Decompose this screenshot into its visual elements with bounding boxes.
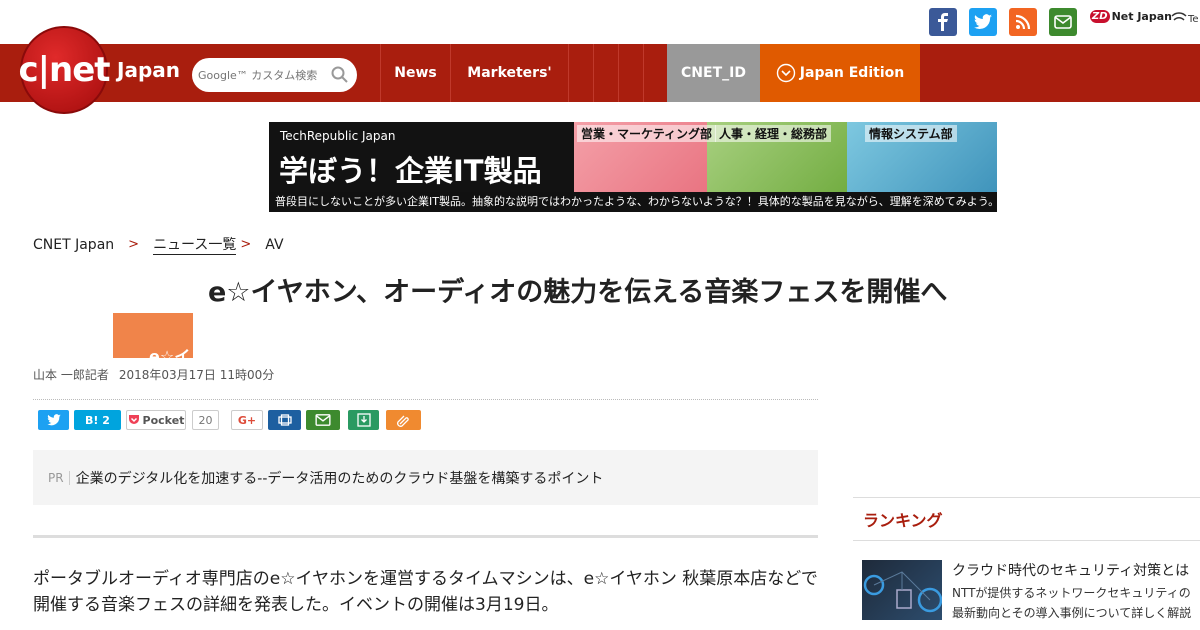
techrepublic-label: Te	[1188, 13, 1199, 25]
paperclip-icon	[396, 415, 409, 427]
breadcrumb-separator-icon: >	[128, 237, 140, 252]
hatena-count: 2	[102, 413, 110, 427]
nav-marketers[interactable]: Marketers'	[450, 44, 568, 102]
zdnet-logo[interactable]: ZD Net Japan	[1090, 10, 1172, 23]
article-date: 2018年03月17日 11時00分	[118, 368, 275, 382]
breadcrumb-separator-icon: >	[240, 237, 252, 252]
techrepublic-icon	[1171, 12, 1187, 21]
ranking-heading: ランキング	[853, 497, 1200, 541]
save-button[interactable]	[348, 410, 379, 430]
cnet-logo[interactable]: c|net	[18, 26, 111, 114]
edition-selector-label: Japan Edition	[799, 65, 905, 81]
print-icon	[277, 414, 292, 426]
download-icon	[356, 413, 371, 427]
mail-icon	[315, 414, 331, 426]
ranking-item-line-1: NTTが提供するネットワークセキュリティの	[952, 586, 1191, 600]
nav-item-3[interactable]	[568, 44, 593, 102]
cnet-id-button[interactable]: CNET_ID	[667, 44, 760, 102]
ad-banner[interactable]: TechRepublic Japan 学ぼう！企業IT製品 営業・マーケティング…	[269, 122, 997, 212]
thumbnail-text: e☆イ	[149, 347, 191, 358]
network-icon	[863, 571, 942, 613]
twitter-icon[interactable]	[969, 8, 997, 36]
banner-title: 学ぼう！企業IT製品	[279, 154, 542, 188]
facebook-icon[interactable]	[929, 8, 957, 36]
breadcrumb: CNET Japan > ニュース一覧 > AV	[33, 234, 284, 255]
zdnet-mark: ZD	[1090, 10, 1110, 23]
mail-icon[interactable]	[1049, 8, 1077, 36]
article-meta: 山本 一郎記者 2018年03月17日 11時00分	[33, 366, 274, 383]
banner-category-it: 情報システム部	[865, 125, 957, 142]
ranking-item-line-2: 最新動向とその導入事例について詳しく解説	[952, 606, 1192, 620]
top-bar: ZD Net Japan Te	[0, 0, 1200, 44]
edition-label: Japan	[117, 58, 180, 82]
breadcrumb-av[interactable]: AV	[265, 237, 283, 253]
ranking-item-image[interactable]	[862, 560, 942, 620]
pr-tag: PR	[48, 470, 70, 485]
banner-footer: 普段目にしないことが多い企業IT製品。抽象的な説明ではわかったような、わからない…	[269, 192, 997, 212]
breadcrumb-news[interactable]: ニュース一覧	[153, 234, 237, 255]
share-hatena-button[interactable]: B! 2	[74, 410, 121, 430]
breadcrumb-home[interactable]: CNET Japan	[33, 237, 114, 253]
twitter-icon	[46, 414, 61, 426]
banner-subtitle: TechRepublic Japan	[280, 129, 396, 143]
pocket-count: 20	[192, 410, 219, 430]
share-mail-button[interactable]	[306, 410, 340, 430]
banner-category-sales: 営業・マーケティング部	[577, 125, 717, 142]
nav-item-6[interactable]	[643, 44, 668, 102]
ranking-item-title[interactable]: クラウド時代のセキュリティ対策とは	[952, 560, 1189, 580]
print-button[interactable]	[268, 410, 301, 430]
pr-link[interactable]: 企業のデジタル化を加速する--データ活用のためのクラウド基盤を構築するポイント	[76, 468, 604, 488]
pocket-label: Pocket	[142, 413, 185, 427]
divider	[33, 535, 818, 538]
share-gplus-button[interactable]: G+	[231, 410, 263, 430]
edition-selector[interactable]: Japan Edition	[760, 44, 920, 102]
cnet-logo-text: c|net	[18, 50, 110, 90]
banner-category-hr: 人事・経理・総務部	[715, 125, 832, 142]
pr-box[interactable]: PR 企業のデジタル化を加速する--データ活用のためのクラウド基盤を構築するポイ…	[33, 450, 818, 505]
chevron-down-icon	[776, 63, 795, 83]
ranking-item-description: NTTが提供するネットワークセキュリティの 最新動向とその導入事例について詳しく…	[952, 583, 1191, 623]
zdnet-label: Net Japan	[1111, 10, 1172, 23]
article-body: ポータブルオーディオ専門店のe☆イヤホンを運営するタイムマシンは、e☆イヤホン …	[33, 569, 818, 615]
search-input[interactable]	[198, 68, 328, 82]
divider	[33, 399, 818, 400]
clip-button[interactable]	[386, 410, 421, 430]
techrepublic-logo[interactable]: Te	[1170, 12, 1199, 26]
nav-item-4[interactable]	[593, 44, 618, 102]
article-title: e☆イヤホン、オーディオの魅力を伝える音楽フェスを開催へ	[208, 277, 948, 308]
share-twitter-button[interactable]	[38, 410, 69, 430]
share-pocket-button[interactable]: Pocket	[126, 410, 186, 430]
search-icon[interactable]	[331, 66, 349, 84]
nav-item-5[interactable]	[618, 44, 643, 102]
nav-news[interactable]: News	[380, 44, 450, 102]
article-author: 山本 一郎記者	[33, 368, 109, 382]
hatena-icon: B!	[85, 413, 103, 427]
rss-icon[interactable]	[1009, 8, 1037, 36]
article-thumbnail[interactable]: e☆イ	[113, 313, 193, 358]
pocket-icon	[128, 415, 139, 424]
search-box	[192, 58, 357, 92]
